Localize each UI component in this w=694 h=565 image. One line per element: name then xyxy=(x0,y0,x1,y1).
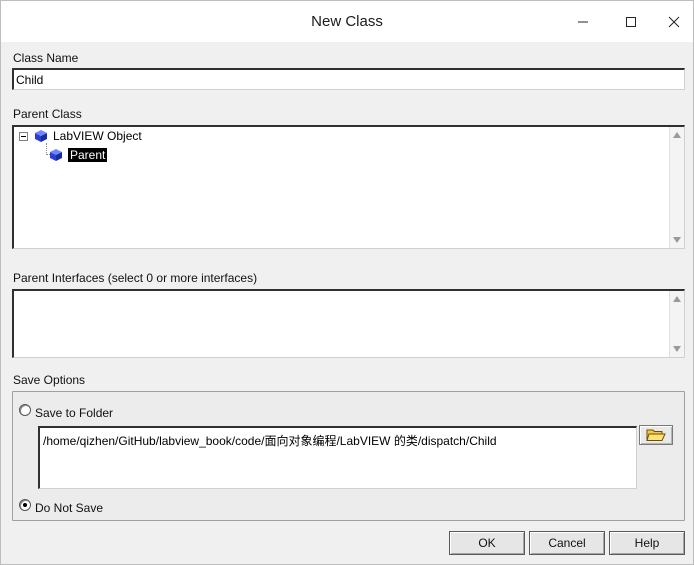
new-class-dialog: New Class Class Name Child Parent Class … xyxy=(0,0,694,565)
scroll-up-icon[interactable] xyxy=(673,296,681,302)
close-button[interactable] xyxy=(652,1,694,42)
maximize-icon xyxy=(626,16,636,27)
collapse-toggle-icon[interactable] xyxy=(19,131,28,141)
help-button[interactable]: Help xyxy=(609,531,685,555)
cancel-button[interactable]: Cancel xyxy=(529,531,605,555)
scroll-down-icon[interactable] xyxy=(673,346,681,352)
parent-class-label: Parent Class xyxy=(13,107,82,121)
ok-button[interactable]: OK xyxy=(449,531,525,555)
class-name-field[interactable]: Child xyxy=(12,68,685,90)
class-name-label: Class Name xyxy=(13,51,79,65)
parent-interfaces-list[interactable] xyxy=(12,289,685,358)
title-bar: New Class xyxy=(1,1,693,42)
folder-open-icon xyxy=(646,429,666,441)
folder-path-value: /home/qizhen/GitHub/labview_book/code/面向… xyxy=(43,434,497,448)
tree-item-label: LabVIEW Object xyxy=(53,129,142,143)
interfaces-scrollbar[interactable] xyxy=(669,291,684,357)
cube-icon xyxy=(35,130,47,142)
cube-icon xyxy=(50,149,62,161)
close-icon xyxy=(668,16,680,27)
browse-folder-button[interactable] xyxy=(639,425,673,445)
scroll-down-icon[interactable] xyxy=(673,237,681,243)
do-not-save-label[interactable]: Do Not Save xyxy=(35,501,103,515)
minimize-icon xyxy=(578,21,588,22)
maximize-button[interactable] xyxy=(609,1,653,42)
tree-item-labview-object[interactable]: LabVIEW Object xyxy=(19,128,142,144)
save-to-folder-label[interactable]: Save to Folder xyxy=(35,406,113,420)
tree-item-parent[interactable]: Parent xyxy=(49,147,108,163)
tree-item-label-selected: Parent xyxy=(68,148,108,162)
minimize-button[interactable] xyxy=(561,1,605,42)
save-to-folder-radio[interactable] xyxy=(19,404,31,416)
folder-path-field[interactable]: /home/qizhen/GitHub/labview_book/code/面向… xyxy=(38,426,637,489)
save-options-label: Save Options xyxy=(13,373,86,387)
class-name-value: Child xyxy=(16,73,44,87)
parent-class-tree[interactable]: LabVIEW Object Parent xyxy=(12,125,685,249)
scroll-up-icon[interactable] xyxy=(673,132,681,138)
tree-scrollbar[interactable] xyxy=(669,127,684,248)
do-not-save-radio[interactable] xyxy=(19,499,31,511)
parent-interfaces-label: Parent Interfaces (select 0 or more inte… xyxy=(13,271,258,285)
